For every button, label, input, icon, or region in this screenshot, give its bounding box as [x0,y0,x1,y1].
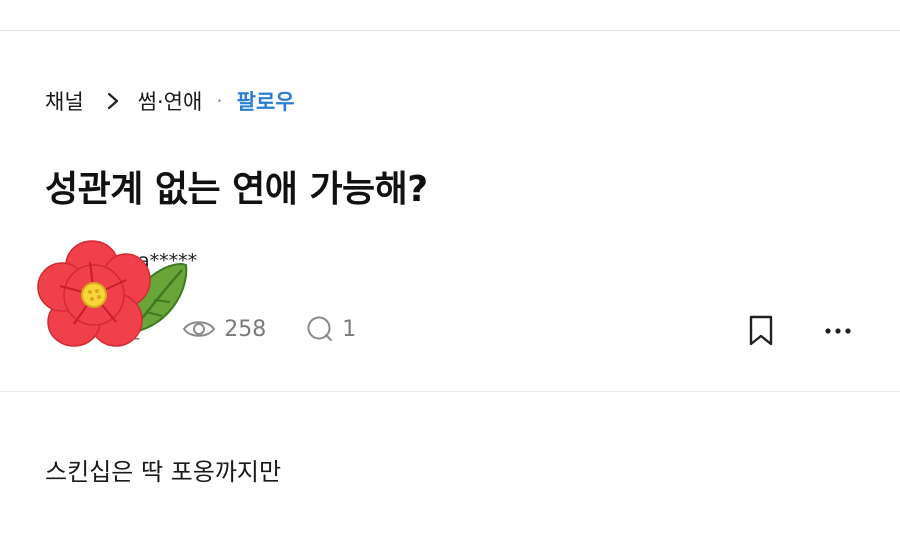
more-horizontal-icon[interactable] [824,327,852,335]
red-flower-sticker [37,240,188,347]
follow-button[interactable]: 팔로우 [237,86,295,116]
post-actions [748,315,852,347]
content-divider [0,391,900,392]
views-item: 258 [182,317,266,342]
post-title: 성관계 없는 연애 가능해? [45,169,428,210]
post-body: 스킨십은 딱 포옹까지만 [45,458,282,486]
top-divider [0,30,900,31]
bookmark-icon[interactable] [748,315,774,347]
breadcrumb-category[interactable]: 썸·연애 [138,86,203,116]
chevron-right-icon [106,91,120,111]
comment-count: 1 [342,316,357,342]
breadcrumb-separator: · [216,89,223,113]
breadcrumb: 채널 썸·연애 · 팔로우 [45,86,295,116]
comments-item[interactable]: 1 [306,315,356,343]
speech-bubble-icon [307,316,333,341]
view-count: 258 [224,316,267,342]
breadcrumb-channel[interactable]: 채널 [45,86,84,116]
